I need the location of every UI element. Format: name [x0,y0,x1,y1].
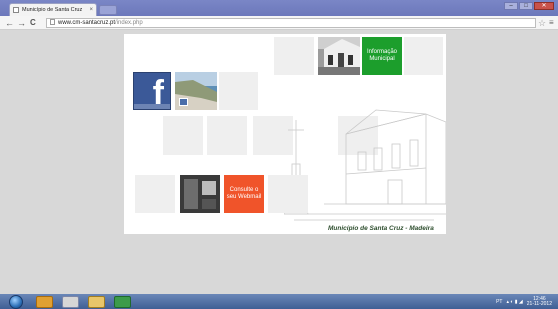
coast-photo[interactable] [175,72,217,110]
webmail-button[interactable]: Consulte o seu Webmail [224,175,264,213]
clock-date: 21-11-2012 [526,300,552,307]
windows-taskbar: PT ▴ ◐ ▮ ◢ 12:46 21-11-2012 [0,294,558,309]
municipality-title: Município de Santa Cruz - Madeira [328,225,434,232]
folder-icon[interactable] [88,296,105,308]
grey-tile [135,175,175,213]
like-icon [179,98,188,106]
office-photo[interactable] [180,175,220,213]
tray-icons[interactable]: ▴ ◐ ▮ ◢ [506,299,522,305]
grey-tile [274,37,314,75]
tab-close-button[interactable]: × [89,7,96,13]
informacao-municipal-button[interactable]: Informação Municipal [362,37,402,75]
grey-tile [404,37,443,75]
system-tray: PT ▴ ◐ ▮ ◢ 12:46 21-11-2012 [496,295,552,308]
grey-tile [163,116,203,155]
browser-viewport: Informação Municipal f Consulte o seu We… [0,30,558,294]
browser-menu-icon[interactable]: ≡ [549,17,554,29]
forward-button[interactable]: → [17,17,26,29]
reload-button[interactable]: C [30,17,36,29]
building-lineart [284,109,446,221]
page-favicon-icon [13,7,19,13]
address-host: www.cm-santacruz.pt [58,20,116,26]
language-indicator[interactable]: PT [496,299,502,305]
grey-tile [219,72,258,110]
browser-titlebar: Município de Santa Cruz × – □ ✕ [0,0,558,16]
browser-toolbar: ← → C www.cm-santacruz.pt/index.php ☆ ≡ [0,16,558,30]
office-photo-image [180,175,220,213]
grey-tile [207,116,247,155]
page-icon [50,19,55,25]
excel-icon[interactable] [114,296,131,308]
window-controls: – □ ✕ [504,2,554,10]
browser-tab[interactable]: Município de Santa Cruz × [9,3,97,16]
windows-start-icon[interactable] [9,295,23,309]
facebook-icon[interactable]: f [133,72,171,110]
building-photo[interactable] [318,37,360,75]
tray-clock[interactable]: 12:46 21-11-2012 [526,296,552,307]
bookmark-star-icon[interactable]: ☆ [538,17,546,29]
building-photo-image [318,37,360,75]
explorer-icon[interactable] [36,296,53,308]
grey-tile [268,175,308,213]
address-path: /index.php [115,20,143,26]
facebook-stripe [134,104,170,109]
close-window-button[interactable]: ✕ [534,2,554,10]
new-tab-button[interactable] [99,5,117,15]
minimize-button[interactable]: – [504,2,518,10]
page-canvas: Informação Municipal f Consulte o seu We… [124,34,446,234]
maximize-button[interactable]: □ [519,2,533,10]
back-button[interactable]: ← [5,17,14,29]
tab-title: Município de Santa Cruz [22,7,83,13]
chrome-icon[interactable] [62,296,79,308]
address-bar[interactable]: www.cm-santacruz.pt/index.php [46,18,536,28]
